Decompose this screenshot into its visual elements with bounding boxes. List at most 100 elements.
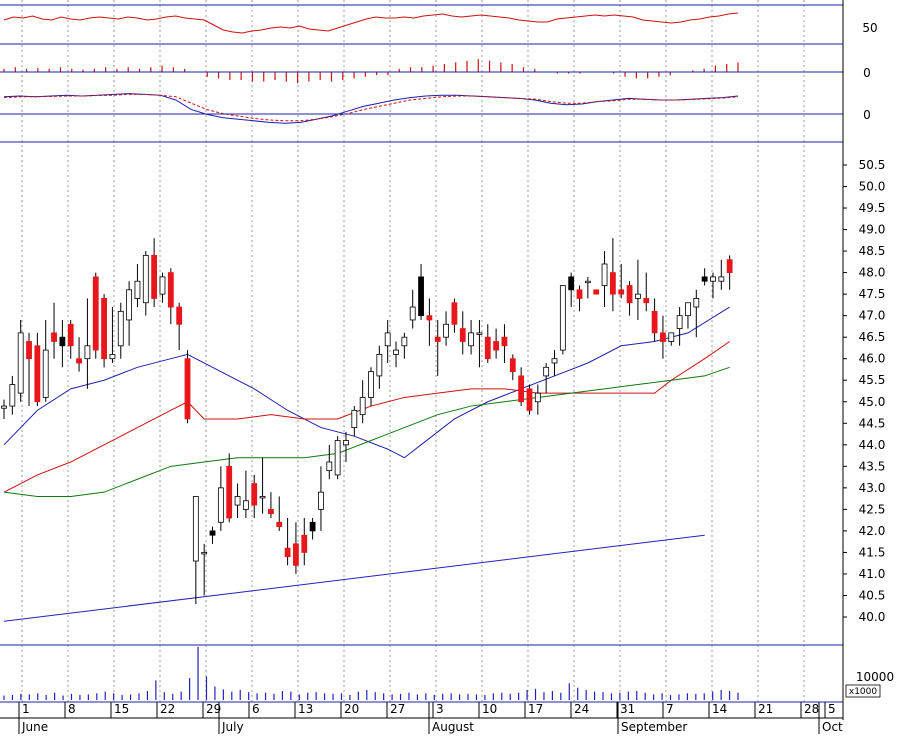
candle-body-18 (151, 254, 158, 299)
candle-81 (676, 307, 683, 346)
candle-71 (593, 289, 600, 295)
candle-38 (318, 466, 324, 531)
candle-53 (443, 311, 449, 346)
candle-51 (426, 298, 433, 346)
candle-body-57 (476, 332, 483, 335)
x-day-label-7: 20 (344, 702, 359, 716)
candle-body-21 (176, 306, 183, 325)
candle-54 (451, 298, 458, 333)
price-tick-label-2: 41.0 (859, 567, 886, 581)
candle-body-81 (676, 315, 683, 329)
candle-body-63 (526, 388, 533, 411)
price-tick-label-1: 40.5 (859, 588, 886, 602)
price-tick-label-20: 50.0 (859, 180, 886, 194)
volume-panel (3, 646, 739, 700)
candle-body-2 (17, 332, 24, 394)
candle-body-29 (242, 500, 249, 510)
candle-60 (501, 324, 508, 364)
candle-23 (192, 496, 199, 605)
price-tick-label-12: 46.0 (859, 352, 886, 366)
candle-body-25 (209, 530, 216, 536)
candle-84 (701, 268, 708, 286)
price-tick-label-4: 42.0 (859, 524, 886, 538)
candle-body-19 (159, 276, 166, 295)
candle-44 (368, 367, 374, 407)
candle-12 (101, 294, 107, 368)
candle-76 (635, 259, 641, 320)
price-tick-label-19: 49.5 (859, 201, 886, 215)
trendline (3, 534, 705, 622)
price-tick-label-9: 44.5 (859, 416, 886, 430)
candle-83 (693, 289, 700, 338)
candle-25 (209, 526, 216, 544)
candle-body-44 (368, 371, 374, 398)
macd-tick-0: 0 (863, 108, 871, 122)
candle-86 (718, 259, 725, 290)
x-day-label-8: 27 (390, 702, 405, 716)
candle-43 (359, 380, 366, 424)
candle-29 (242, 470, 249, 518)
candle-42 (351, 406, 358, 437)
ma-mid-line (3, 341, 730, 493)
candle-59 (493, 328, 500, 359)
candle-body-84 (701, 276, 708, 282)
candle-body-86 (718, 276, 725, 282)
candle-87 (726, 255, 733, 290)
price-tick-label-18: 49.0 (859, 223, 886, 237)
x-day-label-12: 24 (574, 702, 589, 716)
candle-body-1 (9, 384, 16, 407)
candle-body-20 (167, 272, 174, 308)
x-day-label-13: 31 (620, 702, 635, 716)
candle-body-82 (685, 302, 691, 317)
candle-79 (660, 315, 666, 359)
candle-21 (176, 302, 183, 351)
candle-body-51 (426, 315, 433, 321)
candle-body-47 (393, 349, 399, 355)
candle-body-38 (318, 491, 324, 510)
candle-body-42 (351, 409, 358, 428)
candle-body-50 (418, 276, 424, 317)
candle-1 (9, 375, 16, 415)
candle-17 (142, 251, 149, 316)
candle-body-43 (359, 397, 366, 416)
candle-body-41 (343, 440, 349, 446)
candle-body-48 (401, 336, 408, 347)
candle-body-64 (534, 392, 541, 403)
candle-body-40 (334, 440, 341, 476)
candle-body-75 (626, 285, 633, 304)
x-month-label-2: August (432, 720, 474, 734)
candle-body-12 (101, 298, 107, 360)
candle-body-61 (509, 358, 516, 373)
candle-body-32 (268, 508, 274, 515)
candle-body-83 (693, 298, 700, 308)
candle-58 (484, 324, 491, 364)
candle-body-8 (67, 323, 74, 347)
candle-78 (651, 298, 658, 342)
candle-body-45 (376, 353, 383, 377)
candle-body-22 (184, 358, 191, 420)
candle-26 (217, 466, 224, 531)
candle-body-78 (651, 310, 658, 334)
candle-body-15 (126, 289, 133, 321)
candle-52 (434, 319, 441, 376)
candle-body-24 (201, 552, 208, 555)
candle-85 (710, 272, 716, 299)
candle-body-5 (42, 349, 49, 398)
price-tick-label-10: 45.0 (859, 395, 886, 409)
candle-body-23 (192, 496, 199, 562)
x-month-label-4: Oct (822, 720, 843, 734)
candle-body-36 (301, 534, 308, 553)
candle-73 (609, 238, 616, 312)
candle-8 (67, 319, 74, 359)
candle-body-87 (726, 259, 733, 273)
candle-body-28 (234, 496, 241, 506)
price-tick-label-16: 48.0 (859, 266, 886, 280)
candle-body-35 (293, 543, 299, 566)
candle-body-56 (468, 332, 474, 347)
candle-0 (1, 399, 7, 419)
price-tick-label-5: 42.5 (859, 502, 886, 516)
candle-19 (159, 272, 166, 303)
candle-77 (643, 272, 650, 312)
candle-body-70 (584, 280, 591, 284)
candle-47 (393, 341, 399, 368)
